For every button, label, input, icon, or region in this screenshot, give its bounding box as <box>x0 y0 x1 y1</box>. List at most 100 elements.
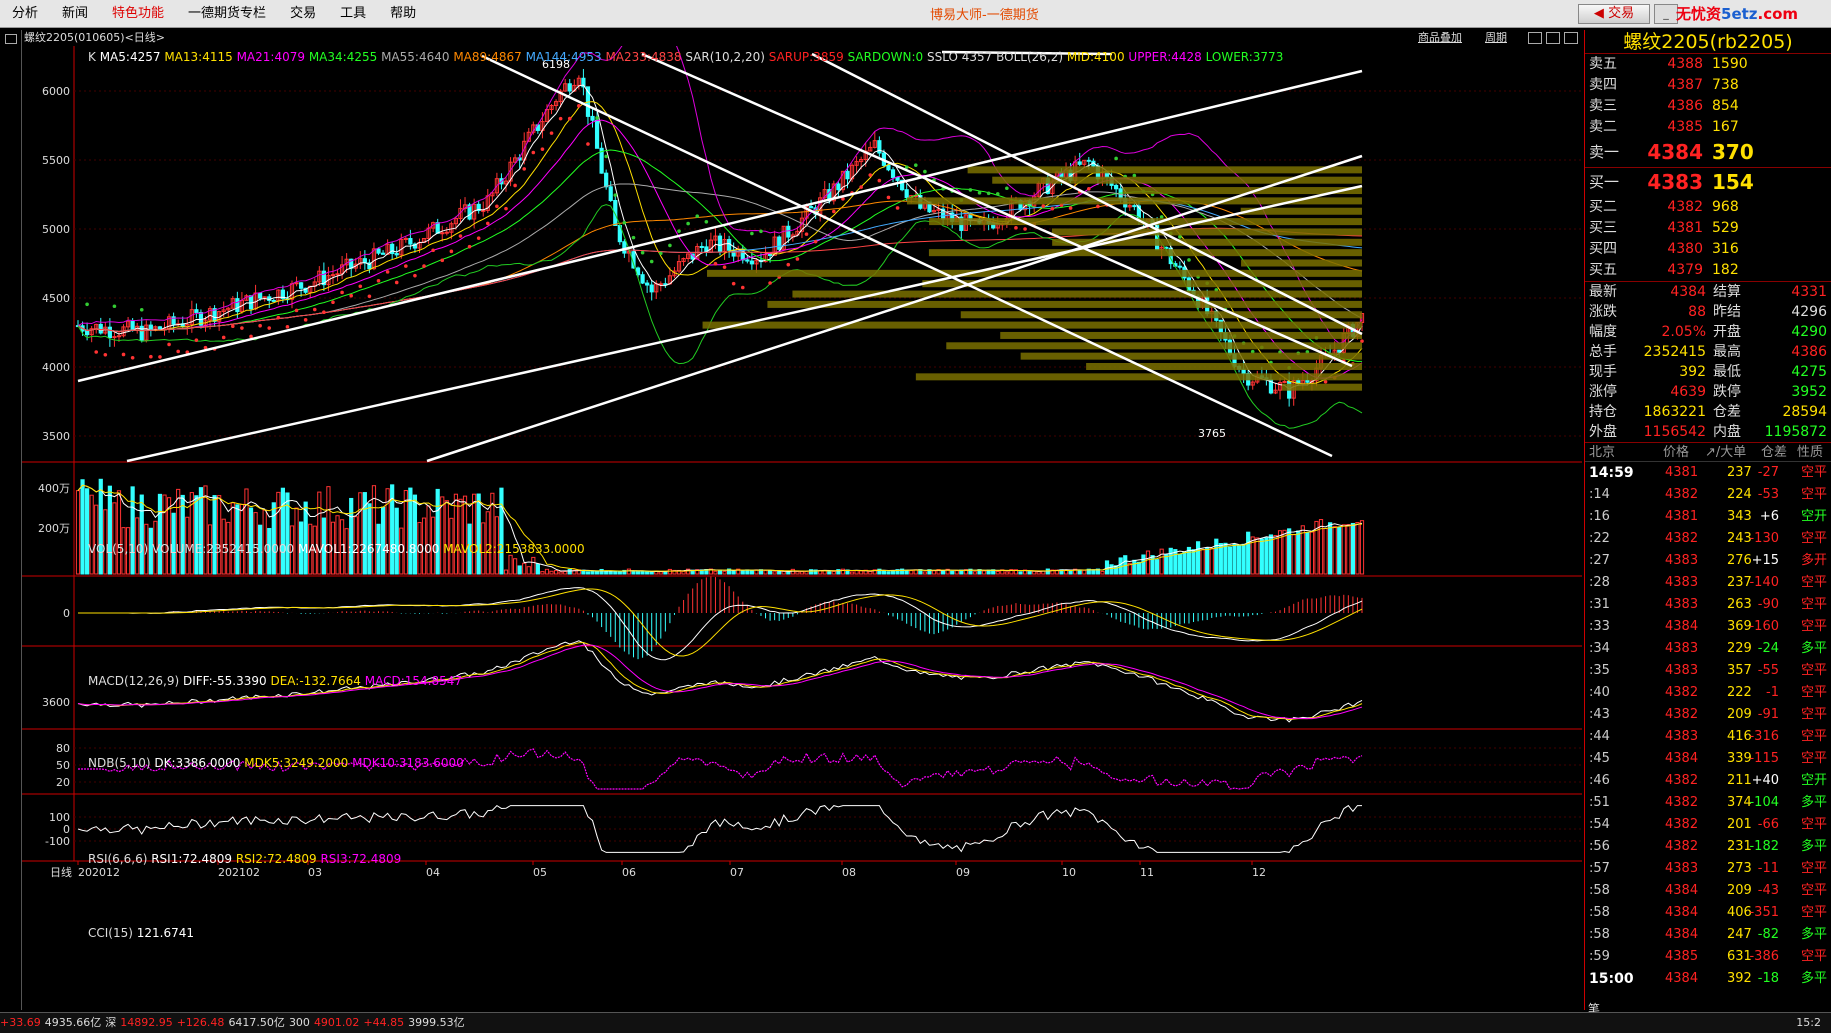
tick-price: 4382 <box>1665 487 1699 502</box>
volume-profile-bar <box>967 166 1362 174</box>
tick-price: 4382 <box>1665 707 1699 722</box>
volume-bar <box>139 494 144 575</box>
menu-item-active[interactable]: 特色功能 <box>100 0 176 28</box>
candle-body <box>408 237 413 245</box>
bid-label: 买四 <box>1589 241 1617 257</box>
volume-bar <box>981 570 987 575</box>
x-tick-label: 04 <box>426 866 440 879</box>
layout-icon[interactable] <box>1528 32 1542 44</box>
x-tick-label: 11 <box>1140 866 1154 879</box>
tick-time: :54 <box>1589 817 1610 832</box>
tick-volume: 231 <box>1727 839 1752 854</box>
volume-bar <box>1232 543 1237 575</box>
candle-body <box>622 241 627 254</box>
candle-body <box>1086 159 1091 162</box>
period-button[interactable]: 周期 <box>1485 30 1507 46</box>
volume-bar <box>276 491 281 575</box>
tick-volume: 273 <box>1727 861 1752 876</box>
tick-oi-change: -66 <box>1757 817 1779 832</box>
sar-dot <box>686 221 690 226</box>
candle-body <box>604 172 609 188</box>
sar-dot <box>267 326 272 330</box>
trade-button[interactable]: ◀ 交易 <box>1578 4 1650 24</box>
volume-bar <box>1191 549 1196 575</box>
menu-item[interactable]: 新闻 <box>50 0 100 28</box>
tick-oi-change: +40 <box>1751 773 1779 788</box>
kline-chart-area[interactable]: 6000 5500 5000 4500 4000 3500 6198 3765 400万 200万… <box>22 17 1582 1010</box>
ask-row[interactable]: 卖三 4386 854 <box>1585 96 1831 117</box>
menu-item[interactable]: 交易 <box>278 0 328 28</box>
volume-bar <box>1328 522 1333 575</box>
ask-row[interactable]: 卖一 4384 370 <box>1585 138 1831 167</box>
bid-row[interactable]: 买三 4381 529 <box>1585 218 1831 239</box>
sar-dot <box>895 206 900 210</box>
sar-dot <box>886 195 891 200</box>
candle-body <box>1132 205 1137 208</box>
ask-row[interactable]: 卖四 4387 738 <box>1585 75 1831 96</box>
volume-bar <box>950 570 955 575</box>
ask-row[interactable]: 卖二 4385 167 <box>1585 117 1831 138</box>
volume-bar <box>713 570 718 575</box>
tick-time: :14 <box>1589 487 1610 502</box>
sar-dot <box>759 229 763 234</box>
menu-item[interactable]: 帮助 <box>378 0 428 28</box>
ask-row[interactable]: 卖五 4388 1590 <box>1585 54 1831 75</box>
volume-bar <box>799 571 805 575</box>
vol-tick-label: 200万 <box>38 522 70 535</box>
volume-bar <box>1273 535 1278 575</box>
candle-body <box>394 253 399 256</box>
x-tick-label: 10 <box>1062 866 1076 879</box>
sar-dot <box>413 273 417 278</box>
bid-row[interactable]: 买五 4379 182 <box>1585 260 1831 281</box>
tick-list[interactable]: 14:59 4381 237 -27 空平:14 4382 224 -53 空平:16 4381 3… <box>1585 462 1831 990</box>
volume-bar <box>804 570 809 575</box>
volume-bar <box>544 568 550 575</box>
stat-label: 幅度 <box>1589 324 1617 340</box>
sar-dot <box>312 307 317 312</box>
volume-bar <box>244 488 249 575</box>
sar-dot <box>977 191 982 195</box>
tick-price: 4381 <box>1665 465 1699 480</box>
sar-dot <box>94 350 99 354</box>
panel-toggle-icon[interactable] <box>5 34 17 44</box>
tick-oi-change: -27 <box>1757 465 1779 480</box>
volume-bar <box>658 571 663 575</box>
volume-bar <box>972 571 978 575</box>
volume-bar <box>426 505 431 575</box>
tick-nature: 空平 <box>1800 465 1827 480</box>
price-tick-label: 6000 <box>42 85 70 98</box>
sar-dot <box>567 116 572 121</box>
menu-item[interactable]: 一德期货专栏 <box>176 0 278 28</box>
stat-value: 2.05% <box>1661 324 1706 340</box>
overlay-button[interactable]: 商品叠加 <box>1418 30 1462 46</box>
layout-icon[interactable] <box>1564 32 1578 44</box>
tick-row: :45 4384 339 -115 空平 <box>1585 748 1831 770</box>
minimize-button[interactable]: _ <box>1654 4 1678 24</box>
candle-body <box>904 189 909 198</box>
volume-bar <box>854 570 859 575</box>
volume-bar <box>1227 546 1233 575</box>
layout-icon[interactable] <box>1546 32 1560 44</box>
stat-row: 最新 4384 结算 4331 <box>1585 282 1831 302</box>
tick-row: :31 4383 263 -90 空平 <box>1585 594 1831 616</box>
bid-row[interactable]: 买一 4383 154 <box>1585 168 1831 197</box>
sar-dot <box>604 154 608 159</box>
status-time: 15:2 <box>1796 1016 1821 1029</box>
sar-dot <box>786 262 791 267</box>
menu-item[interactable]: 工具 <box>328 0 378 28</box>
bid-row[interactable]: 买二 4382 968 <box>1585 197 1831 218</box>
bid-row[interactable]: 买四 4380 316 <box>1585 239 1831 260</box>
bid-price: 4382 <box>1667 199 1703 215</box>
ask-price: 4386 <box>1667 98 1703 114</box>
candle-body <box>777 236 782 250</box>
volume-bar <box>553 570 559 575</box>
volume-bar <box>1100 570 1105 575</box>
menu-item[interactable]: 分析 <box>0 0 50 28</box>
sar-dot <box>695 214 700 218</box>
volume-bar <box>626 568 632 575</box>
sar-dot <box>240 326 244 330</box>
candle-body <box>640 274 645 284</box>
tick-volume: 247 <box>1727 927 1752 942</box>
sar-dot <box>449 249 454 254</box>
sar-dot <box>385 270 390 274</box>
